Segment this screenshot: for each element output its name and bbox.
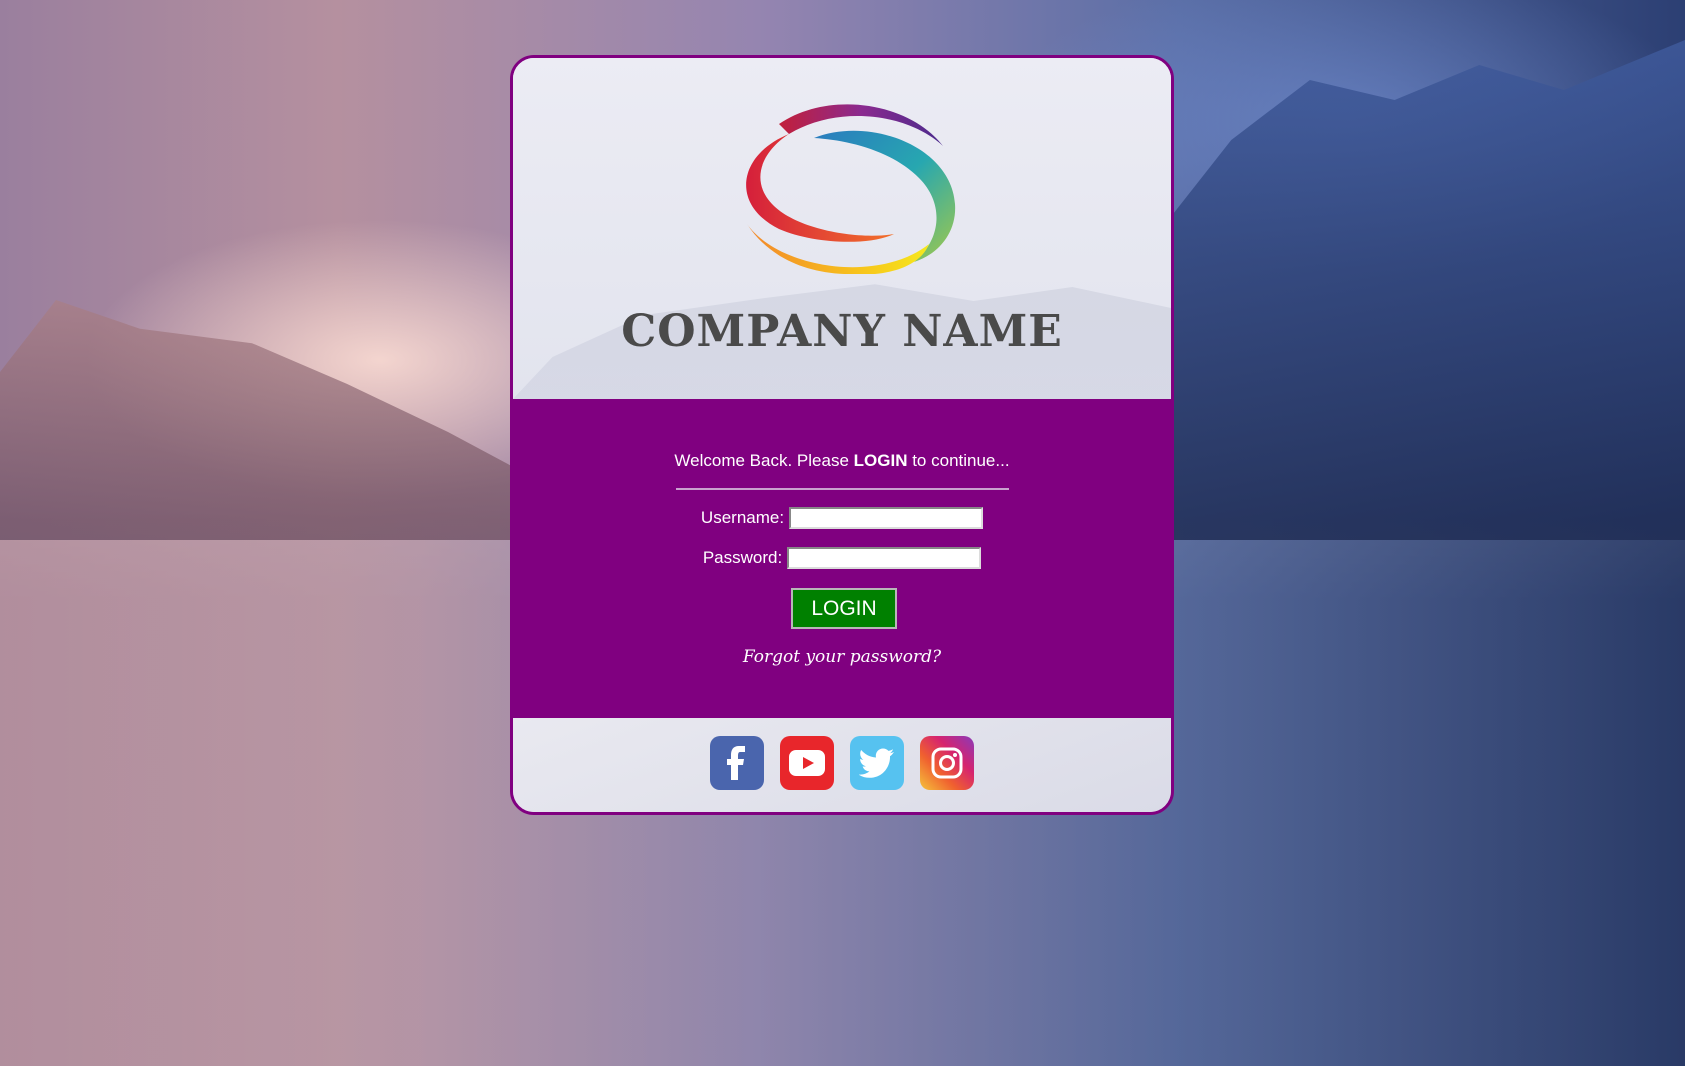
- facebook-icon: [727, 746, 745, 780]
- youtube-link[interactable]: [780, 736, 834, 790]
- company-name: COMPANY NAME: [621, 306, 1063, 357]
- login-button[interactable]: LOGIN: [791, 588, 897, 629]
- social-links: [513, 736, 1171, 790]
- password-input[interactable]: [787, 547, 982, 569]
- welcome-prefix: Welcome Back. Please: [674, 451, 854, 470]
- twitter-icon: [859, 748, 894, 778]
- login-card: COMPANY NAME Welcome Back. Please LOGIN …: [510, 55, 1174, 815]
- login-form: Welcome Back. Please LOGIN to continue..…: [513, 399, 1171, 718]
- facebook-link[interactable]: [710, 736, 764, 790]
- brand-header: COMPANY NAME: [513, 58, 1171, 399]
- youtube-icon: [789, 750, 825, 776]
- background-mountain-left: [0, 300, 560, 540]
- password-row: Password:: [513, 547, 1171, 569]
- instagram-icon: [931, 747, 963, 779]
- forgot-password-link[interactable]: Forgot your password?: [513, 647, 1171, 667]
- social-footer: [513, 718, 1171, 812]
- welcome-emphasis: LOGIN: [853, 451, 908, 470]
- welcome-suffix: to continue...: [907, 451, 1010, 470]
- username-label: Username:: [700, 508, 785, 527]
- username-input[interactable]: [789, 507, 984, 529]
- form-divider: [676, 488, 1009, 490]
- username-row: Username:: [513, 507, 1171, 529]
- twitter-link[interactable]: [850, 736, 904, 790]
- password-label: Password:: [702, 548, 783, 567]
- swirl-logo-icon: [746, 104, 956, 274]
- welcome-message: Welcome Back. Please LOGIN to continue..…: [513, 451, 1171, 471]
- instagram-link[interactable]: [920, 736, 974, 790]
